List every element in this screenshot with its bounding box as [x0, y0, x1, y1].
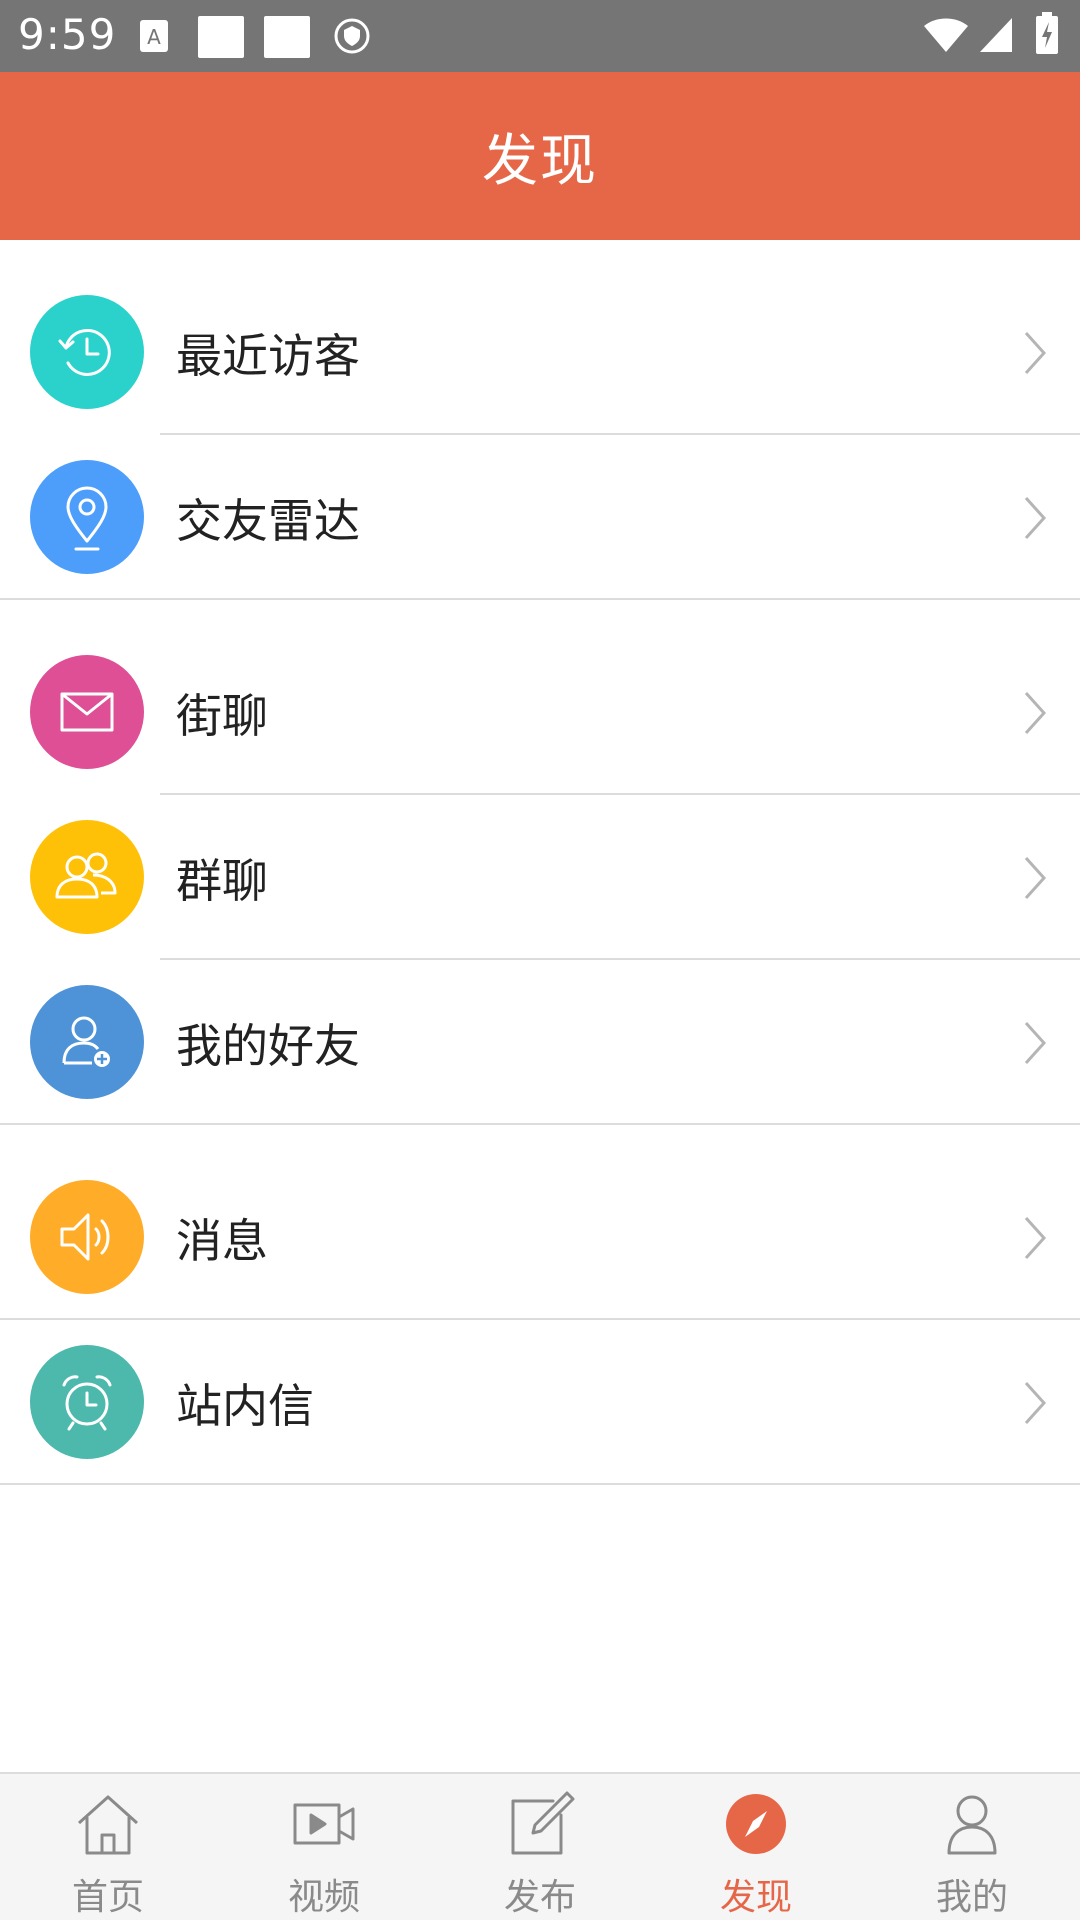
app-header: 发现 [0, 72, 1080, 240]
list-item-label: 群聊 [176, 853, 268, 908]
wifi-icon [922, 16, 970, 58]
speaker-icon [30, 1180, 144, 1294]
chevron-right-icon [1024, 331, 1047, 374]
home-icon [68, 1786, 148, 1862]
list-item-street-chat[interactable]: 街聊 [0, 630, 1080, 795]
nav-label: 首页 [71, 1877, 144, 1918]
chevron-right-icon [1024, 856, 1047, 899]
nav-item-discover[interactable]: 发现 [648, 1774, 864, 1920]
status-bar: 9:59 A [0, 0, 1080, 72]
nav-item-video[interactable]: 视频 [216, 1774, 432, 1920]
battery-icon [1034, 12, 1060, 60]
edit-icon [500, 1786, 580, 1862]
list-item-friend-radar[interactable]: 交友雷达 [0, 435, 1080, 600]
chevron-right-icon [1024, 496, 1047, 539]
list-item-label: 交友雷达 [176, 493, 360, 548]
nav-item-publish[interactable]: 发布 [432, 1774, 648, 1920]
list-item-group-chat[interactable]: 群聊 [0, 795, 1080, 960]
compass-icon [716, 1786, 796, 1862]
list-item-label: 最近访客 [176, 328, 360, 383]
location-pin-icon [30, 460, 144, 574]
svg-text:A: A [147, 25, 161, 49]
list-item-site-mail[interactable]: 站内信 [0, 1320, 1080, 1485]
nav-label: 我的 [935, 1877, 1008, 1918]
list-item-label: 站内信 [176, 1378, 314, 1433]
add-friend-icon [30, 985, 144, 1099]
chevron-right-icon [1024, 1381, 1047, 1424]
nav-label: 发布 [503, 1877, 576, 1918]
list-item-label: 街聊 [176, 688, 268, 743]
chevron-right-icon [1024, 691, 1047, 734]
nav-label: 视频 [287, 1877, 360, 1918]
chevron-right-icon [1024, 1216, 1047, 1259]
video-icon [284, 1786, 364, 1862]
mail-icon [30, 655, 144, 769]
shield-icon [334, 18, 370, 58]
nav-label: 发现 [719, 1877, 792, 1918]
list-item-label: 消息 [176, 1213, 268, 1268]
signal-icon [978, 16, 1014, 58]
list-item-messages[interactable]: 消息 [0, 1155, 1080, 1320]
user-icon [932, 1786, 1012, 1862]
list-item-recent-visitors[interactable]: 最近访客 [0, 270, 1080, 435]
group-users-icon [30, 820, 144, 934]
bottom-nav: 首页 视频 发布 发现 我的 [0, 1772, 1080, 1920]
history-clock-icon [30, 295, 144, 409]
notification-square-icon [198, 16, 244, 58]
status-time: 9:59 [18, 10, 117, 59]
page-title: 发现 [482, 128, 598, 194]
nav-item-mine[interactable]: 我的 [864, 1774, 1080, 1920]
list-item-label: 我的好友 [176, 1018, 360, 1073]
notification-square-icon [264, 16, 310, 58]
nav-item-home[interactable]: 首页 [0, 1774, 216, 1920]
chevron-right-icon [1024, 1021, 1047, 1064]
discover-list: 最近访客 交友雷达 街聊 群聊 我的好友 消息 站内信 [0, 240, 1080, 1485]
list-item-my-friends[interactable]: 我的好友 [0, 960, 1080, 1125]
keyboard-a-icon: A [138, 18, 170, 58]
alarm-clock-icon [30, 1345, 144, 1459]
